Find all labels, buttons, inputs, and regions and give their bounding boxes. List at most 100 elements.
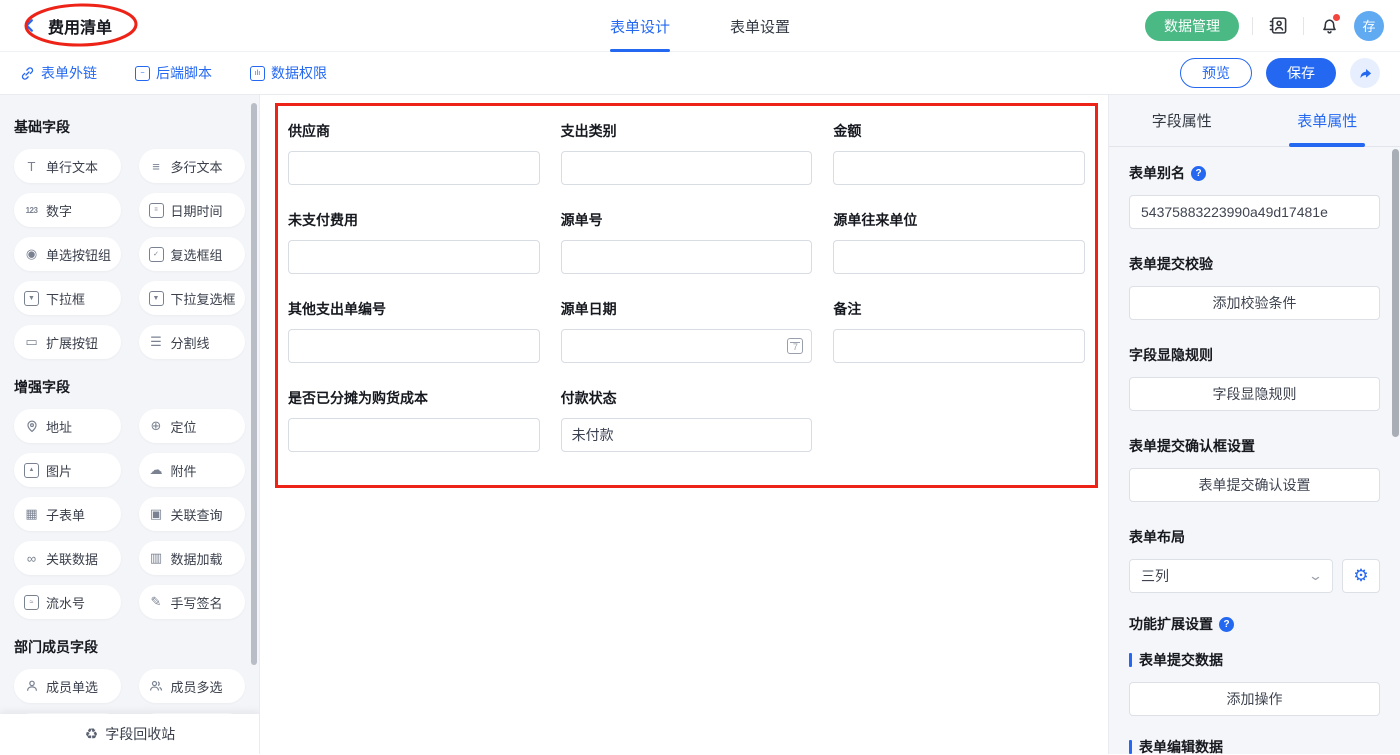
form-field[interactable]: 源单号 bbox=[561, 210, 813, 274]
text-icon: T bbox=[23, 159, 40, 174]
field-item-datetime[interactable]: ≡日期时间 bbox=[139, 193, 246, 227]
form-alias-input[interactable] bbox=[1129, 195, 1380, 229]
form-field[interactable]: 未支付费用 bbox=[288, 210, 540, 274]
save-button[interactable]: 保存 bbox=[1266, 58, 1336, 88]
field-item-divider[interactable]: ☰分割线 bbox=[139, 325, 246, 359]
submit-validation-label: 表单提交校验 bbox=[1129, 254, 1380, 274]
pen-icon: ✎ bbox=[148, 594, 165, 610]
source-date-input[interactable] bbox=[561, 329, 813, 363]
unpaid-expense-input[interactable] bbox=[288, 240, 540, 274]
field-item-subform[interactable]: ▦子表单 bbox=[14, 497, 121, 531]
field-item-select[interactable]: ▼下拉框 bbox=[14, 281, 121, 315]
field-recycle-bin[interactable]: ♻ 字段回收站 bbox=[0, 714, 260, 754]
field-item-serial-number[interactable]: ≈流水号 bbox=[14, 585, 121, 619]
tab-form-design[interactable]: 表单设计 bbox=[610, 0, 670, 52]
page-title: 费用清单 bbox=[48, 14, 112, 38]
field-visibility-button[interactable]: 字段显隐规则 bbox=[1129, 377, 1380, 411]
expense-category-input[interactable] bbox=[561, 151, 813, 185]
notification-badge bbox=[1333, 14, 1340, 21]
source-doc-no-input[interactable] bbox=[561, 240, 813, 274]
calendar-icon[interactable]: 7 bbox=[787, 338, 803, 354]
cloud-upload-icon: ☁ bbox=[148, 462, 165, 478]
form-field[interactable]: 其他支出单编号 bbox=[288, 299, 540, 363]
field-item-geolocation[interactable]: ⊕定位 bbox=[139, 409, 246, 443]
field-item-image[interactable]: ▲图片 bbox=[14, 453, 121, 487]
link-icon bbox=[20, 66, 35, 81]
other-expense-no-input[interactable] bbox=[288, 329, 540, 363]
field-item-attachment[interactable]: ☁附件 bbox=[139, 453, 246, 487]
tab-form-properties[interactable]: 表单属性 bbox=[1255, 95, 1400, 146]
data-permission-link[interactable]: ılı 数据权限 bbox=[250, 63, 327, 83]
divider bbox=[1252, 17, 1253, 35]
field-item-member-multi[interactable]: 成员多选 bbox=[139, 669, 246, 703]
amount-input[interactable] bbox=[833, 151, 1085, 185]
supplier-input[interactable] bbox=[288, 151, 540, 185]
divider bbox=[1303, 17, 1304, 35]
sidebar-scrollbar[interactable] bbox=[251, 103, 257, 665]
recycle-icon: ♻ bbox=[85, 725, 98, 743]
field-item-single-text[interactable]: T单行文本 bbox=[14, 149, 121, 183]
panel-scrollbar[interactable] bbox=[1392, 149, 1399, 437]
layout-settings-button[interactable]: ⚙ bbox=[1342, 559, 1380, 593]
share-button[interactable] bbox=[1350, 58, 1380, 88]
tab-field-properties[interactable]: 字段属性 bbox=[1109, 95, 1255, 146]
field-item-signature[interactable]: ✎手写签名 bbox=[139, 585, 246, 619]
form-field[interactable]: 供应商 bbox=[288, 121, 540, 185]
field-item-multiline-text[interactable]: ≡多行文本 bbox=[139, 149, 246, 183]
field-item-member-single[interactable]: 成员单选 bbox=[14, 669, 121, 703]
form-toolbar: 表单外链 ~ 后端脚本 ılı 数据权限 预览 保存 bbox=[0, 52, 1400, 95]
source-partner-input[interactable] bbox=[833, 240, 1085, 274]
submit-data-add-action-button[interactable]: 添加操作 bbox=[1129, 682, 1380, 716]
checkbox-icon: ✓ bbox=[148, 247, 165, 262]
notification-bell-icon[interactable] bbox=[1317, 14, 1341, 38]
avatar[interactable]: 存 bbox=[1354, 11, 1384, 41]
help-icon[interactable]: ? bbox=[1219, 617, 1234, 632]
add-validation-button[interactable]: 添加校验条件 bbox=[1129, 286, 1380, 320]
form-design-canvas[interactable]: 供应商 支出类别 金额 未支付费用 源单号 源单往来单位 bbox=[260, 95, 1108, 754]
multiline-text-icon: ≡ bbox=[148, 159, 165, 174]
form-external-link[interactable]: 表单外链 bbox=[20, 63, 97, 83]
remark-input[interactable] bbox=[833, 329, 1085, 363]
permission-icon: ılı bbox=[250, 66, 265, 81]
preview-button[interactable]: 预览 bbox=[1180, 58, 1252, 88]
form-field[interactable]: 是否已分摊为购货成本 bbox=[288, 388, 540, 452]
form-field[interactable]: 源单日期 7 bbox=[561, 299, 813, 363]
form-layout-label: 表单布局 bbox=[1129, 527, 1380, 547]
tab-form-settings[interactable]: 表单设置 bbox=[730, 0, 790, 52]
section-title-enhanced-fields: 增强字段 bbox=[14, 377, 245, 397]
back-icon[interactable] bbox=[16, 13, 42, 39]
layout-select[interactable]: 三列 ⌄ bbox=[1129, 559, 1333, 593]
help-icon[interactable]: ? bbox=[1191, 166, 1206, 181]
allocated-cost-input[interactable] bbox=[288, 418, 540, 452]
field-item-extend-button[interactable]: ▭扩展按钮 bbox=[14, 325, 121, 359]
submit-confirm-button[interactable]: 表单提交确认设置 bbox=[1129, 468, 1380, 502]
subform-icon: ▦ bbox=[23, 506, 40, 522]
field-item-checkbox-group[interactable]: ✓复选框组 bbox=[139, 237, 246, 271]
field-item-radio-group[interactable]: ◉单选按钮组 bbox=[14, 237, 121, 271]
field-visibility-label: 字段显隐规则 bbox=[1129, 345, 1380, 365]
edit-data-subheading: 表单编辑数据 bbox=[1129, 737, 1380, 754]
field-item-address[interactable]: 地址 bbox=[14, 409, 121, 443]
chevron-down-icon: ⌄ bbox=[1308, 568, 1323, 584]
form-alias-label: 表单别名 ? bbox=[1129, 163, 1380, 183]
script-icon: ~ bbox=[135, 66, 150, 81]
person-icon bbox=[23, 679, 40, 693]
field-item-linked-query[interactable]: ▣关联查询 bbox=[139, 497, 246, 531]
dropdown-icon: ▼ bbox=[23, 291, 40, 306]
field-item-multi-select[interactable]: ▼下拉复选框 bbox=[139, 281, 246, 315]
form-field[interactable]: 支出类别 bbox=[561, 121, 813, 185]
backend-script-link[interactable]: ~ 后端脚本 bbox=[135, 63, 212, 83]
data-manage-button[interactable]: 数据管理 bbox=[1145, 11, 1239, 41]
header-tabs: 表单设计 表单设置 bbox=[610, 0, 790, 52]
submit-data-subheading: 表单提交数据 bbox=[1129, 650, 1380, 670]
contacts-icon[interactable] bbox=[1266, 14, 1290, 38]
payment-status-input[interactable] bbox=[561, 418, 813, 452]
form-field[interactable]: 付款状态 bbox=[561, 388, 813, 452]
form-field[interactable]: 金额 bbox=[833, 121, 1085, 185]
form-field[interactable]: 源单往来单位 bbox=[833, 210, 1085, 274]
form-field[interactable]: 备注 bbox=[833, 299, 1085, 363]
field-item-number[interactable]: 123数字 bbox=[14, 193, 121, 227]
field-item-data-loading[interactable]: ▥数据加载 bbox=[139, 541, 246, 575]
field-item-linked-data[interactable]: ∞关联数据 bbox=[14, 541, 121, 575]
submit-confirm-label: 表单提交确认框设置 bbox=[1129, 436, 1380, 456]
